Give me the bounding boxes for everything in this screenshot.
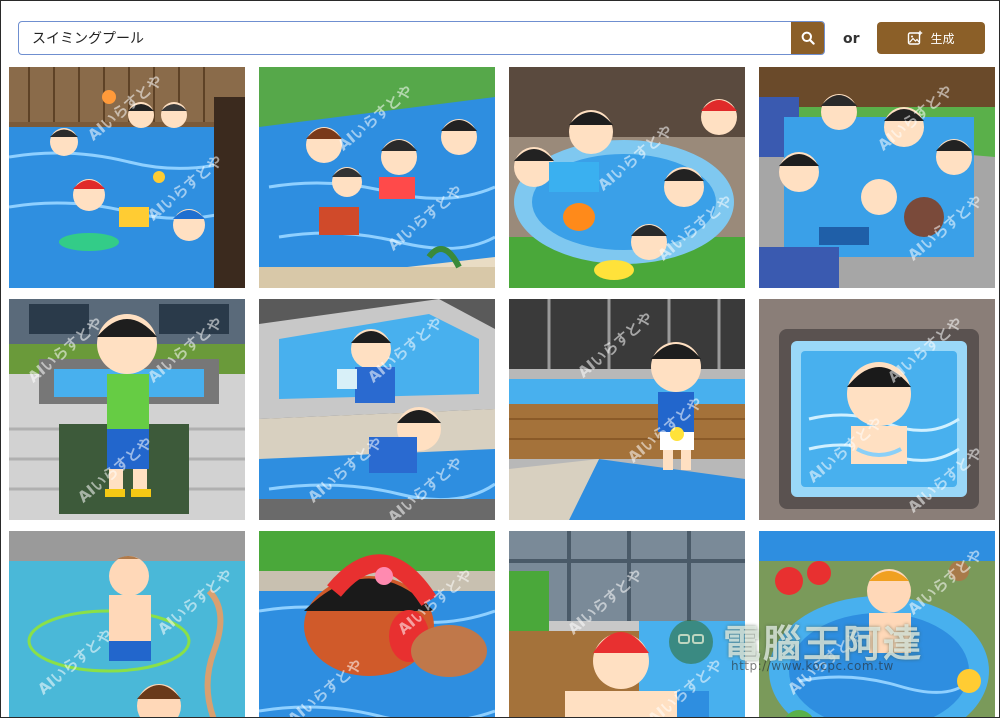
- gallery-image[interactable]: AIいらすとや AIいらすとや: [509, 531, 745, 717]
- gallery-image[interactable]: AIいらすとや AIいらすとや: [509, 299, 745, 520]
- search-bar: [18, 21, 825, 55]
- top-toolbar: or 生成: [1, 1, 999, 67]
- gallery-image[interactable]: AIいらすとや AIいらすとや AIいらすとや: [759, 299, 995, 520]
- search-input[interactable]: [19, 22, 791, 54]
- gallery-image[interactable]: AIいらすとや AIいらすとや: [259, 67, 495, 288]
- gallery-image[interactable]: AIいらすとや AIいらすとや: [9, 67, 245, 288]
- gallery-image[interactable]: AIいらすとや AIいらすとや AIいらすとや: [259, 299, 495, 520]
- generate-button[interactable]: 生成: [877, 22, 985, 54]
- gallery-image[interactable]: AIいらすとや AIいらすとや: [9, 531, 245, 717]
- app-window: or 生成: [0, 0, 1000, 718]
- gallery-image[interactable]: AIいらすとや AIいらすとや: [509, 67, 745, 288]
- search-button[interactable]: [791, 22, 824, 54]
- search-icon: [801, 31, 815, 45]
- or-label: or: [843, 31, 860, 47]
- gallery-image[interactable]: AIいらすとや AIいらすとや: [759, 531, 995, 717]
- image-gallery: AIいらすとや AIいらすとや AIいらすとや AIいらすとや AIいらすとや …: [9, 67, 995, 717]
- gallery-image[interactable]: AIいらすとや AIいらすとや: [759, 67, 995, 288]
- gallery-image[interactable]: AIいらすとや AIいらすとや: [259, 531, 495, 717]
- gallery-image[interactable]: AIいらすとや AIいらすとや AIいらすとや: [9, 299, 245, 520]
- generate-button-label: 生成: [930, 31, 955, 46]
- image-plus-icon: [908, 30, 923, 45]
